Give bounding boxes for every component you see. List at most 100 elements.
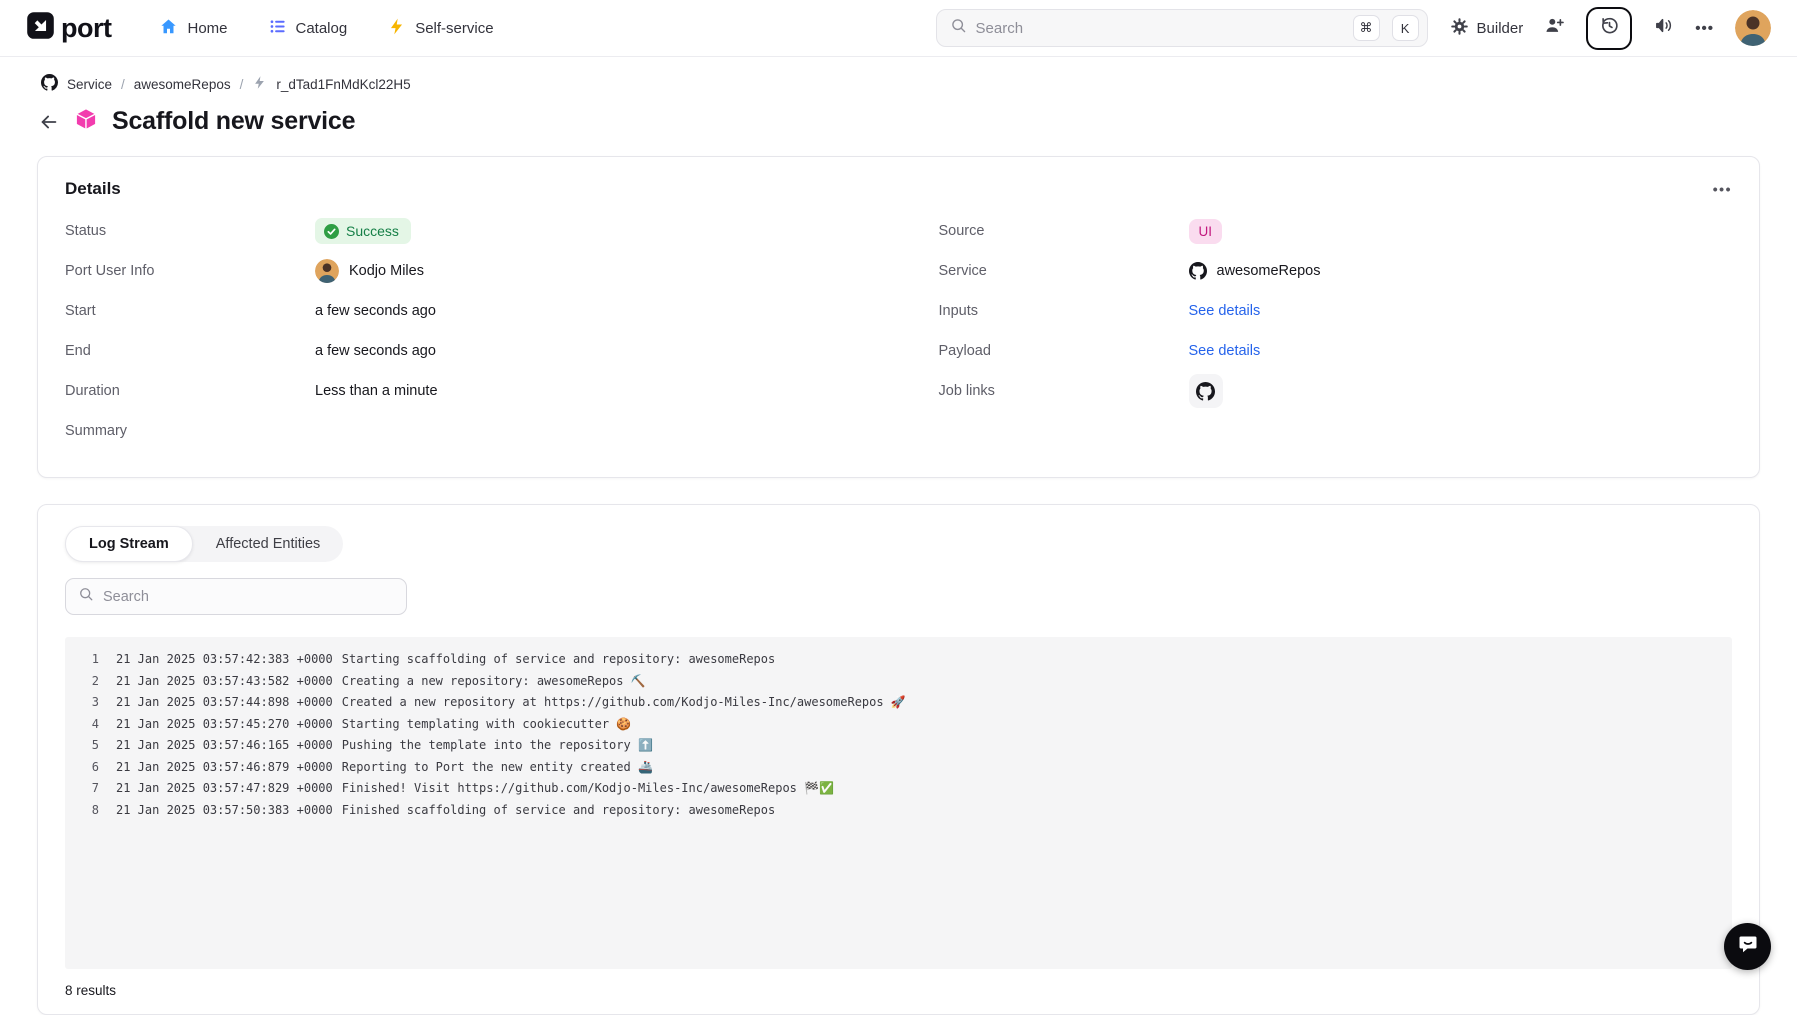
inputs-see-details-link[interactable]: See details (1189, 303, 1261, 319)
payload-see-details-link[interactable]: See details (1189, 343, 1261, 359)
breadcrumb-separator: / (121, 77, 125, 92)
search-icon (950, 17, 967, 39)
detail-label: End (65, 343, 315, 359)
detail-label: Job links (939, 383, 1189, 399)
job-link-github-button[interactable] (1189, 374, 1223, 408)
history-icon (1599, 15, 1620, 41)
detail-row-job-links: Job links (939, 371, 1733, 411)
nav-item-label: Home (187, 20, 227, 37)
detail-row-duration: Duration Less than a minute (65, 371, 859, 411)
detail-label: Duration (65, 383, 315, 399)
port-logo-text: port (61, 13, 111, 44)
user-avatar-small (315, 259, 339, 283)
details-menu-button[interactable]: ••• (1713, 181, 1732, 197)
runs-history-button[interactable] (1586, 7, 1632, 50)
detail-row-payload: Payload See details (939, 331, 1733, 371)
details-left-column: Status Success Port User Info K (65, 211, 859, 451)
announcements-button[interactable] (1653, 15, 1674, 41)
invite-user-button[interactable] (1544, 15, 1565, 41)
navbar-actions: Builder ••• (1450, 7, 1771, 50)
log-line: 521 Jan 2025 03:57:46:165 +0000Pushing t… (65, 735, 1732, 757)
global-search[interactable]: ⌘ K (936, 9, 1428, 47)
person-add-icon (1544, 15, 1565, 41)
breadcrumb-separator: / (240, 77, 244, 92)
detail-label: Inputs (939, 303, 1189, 319)
detail-label: Port User Info (65, 263, 315, 279)
page-header: Scaffold new service (0, 94, 1797, 137)
breadcrumb: Service / awesomeRepos / r_dTad1FnMdKcl2… (0, 57, 1797, 94)
home-icon (159, 17, 178, 40)
github-icon (1189, 262, 1207, 280)
detail-row-status: Status Success (65, 211, 859, 251)
cube-icon (73, 106, 99, 137)
back-button[interactable] (38, 111, 60, 133)
breadcrumb-run-id[interactable]: r_dTad1FnMdKcl22H5 (276, 77, 410, 92)
details-card: Details ••• Status Success Port User Inf… (37, 156, 1760, 478)
detail-row-user: Port User Info Kodjo Miles (65, 251, 859, 291)
chat-bubble-icon (1736, 932, 1760, 961)
details-right-column: Source UI Service awesomeRepos Inputs Se… (939, 211, 1733, 451)
breadcrumb-blueprint[interactable]: awesomeRepos (134, 77, 231, 92)
detail-label: Start (65, 303, 315, 319)
github-icon (41, 74, 58, 94)
end-value: a few seconds ago (315, 343, 436, 359)
log-search-input[interactable] (103, 589, 394, 605)
detail-label: Service (939, 263, 1189, 279)
nav-item-home[interactable]: Home (159, 17, 227, 40)
page-title: Scaffold new service (112, 107, 355, 136)
service-name: awesomeRepos (1217, 263, 1321, 279)
detail-label: Status (65, 223, 315, 239)
log-line: 121 Jan 2025 03:57:42:383 +0000Starting … (65, 649, 1732, 671)
search-icon (78, 586, 94, 607)
detail-row-service: Service awesomeRepos (939, 251, 1733, 291)
log-line: 621 Jan 2025 03:57:46:879 +0000Reporting… (65, 757, 1732, 779)
detail-row-summary: Summary (65, 411, 859, 451)
builder-label: Builder (1477, 20, 1524, 37)
detail-row-source: Source UI (939, 211, 1733, 251)
megaphone-icon (1653, 15, 1674, 41)
details-heading: Details (65, 179, 121, 199)
results-count: 8 results (65, 983, 1732, 998)
log-search[interactable] (65, 578, 407, 615)
nav-item-label: Catalog (296, 20, 348, 37)
main-nav: Home Catalog Self-service (159, 17, 493, 40)
status-text: Success (346, 223, 399, 239)
log-tabs: Log Stream Affected Entities (65, 526, 343, 562)
log-stream-output: 121 Jan 2025 03:57:42:383 +0000Starting … (65, 637, 1732, 969)
detail-row-inputs: Inputs See details (939, 291, 1733, 331)
detail-label: Source (939, 223, 1189, 239)
gear-icon (1450, 17, 1469, 40)
start-value: a few seconds ago (315, 303, 436, 319)
detail-label: Payload (939, 343, 1189, 359)
user-avatar[interactable] (1735, 10, 1771, 46)
log-line: 821 Jan 2025 03:57:50:383 +0000Finished … (65, 800, 1732, 822)
catalog-icon (268, 17, 287, 40)
port-logo[interactable]: port (26, 11, 111, 45)
log-line: 421 Jan 2025 03:57:45:270 +0000Starting … (65, 714, 1732, 736)
user-name: Kodjo Miles (349, 263, 424, 279)
tab-log-stream[interactable]: Log Stream (65, 526, 193, 562)
log-line: 221 Jan 2025 03:57:43:582 +0000Creating … (65, 671, 1732, 693)
nav-item-self-service[interactable]: Self-service (387, 17, 493, 40)
status-badge: Success (315, 218, 411, 244)
chat-widget-button[interactable] (1724, 923, 1771, 970)
duration-value: Less than a minute (315, 383, 438, 399)
port-logo-icon (26, 11, 55, 45)
breadcrumb-service[interactable]: Service (67, 77, 112, 92)
global-search-input[interactable] (976, 20, 1341, 37)
detail-label: Summary (65, 423, 315, 439)
detail-row-end: End a few seconds ago (65, 331, 859, 371)
check-circle-icon (324, 224, 339, 239)
cmd-key-badge: ⌘ (1353, 15, 1380, 41)
log-line: 321 Jan 2025 03:57:44:898 +0000Created a… (65, 692, 1732, 714)
run-bolt-icon (252, 75, 267, 93)
nav-item-catalog[interactable]: Catalog (268, 17, 348, 40)
nav-item-label: Self-service (415, 20, 493, 37)
builder-button[interactable]: Builder (1450, 17, 1524, 40)
lightning-icon (387, 17, 406, 40)
detail-row-start: Start a few seconds ago (65, 291, 859, 331)
tab-affected-entities[interactable]: Affected Entities (193, 527, 344, 561)
top-navbar: port Home Catalog Self-service ⌘ K (0, 0, 1797, 57)
log-line: 721 Jan 2025 03:57:47:829 +0000Finished!… (65, 778, 1732, 800)
more-options-button[interactable]: ••• (1695, 21, 1714, 36)
